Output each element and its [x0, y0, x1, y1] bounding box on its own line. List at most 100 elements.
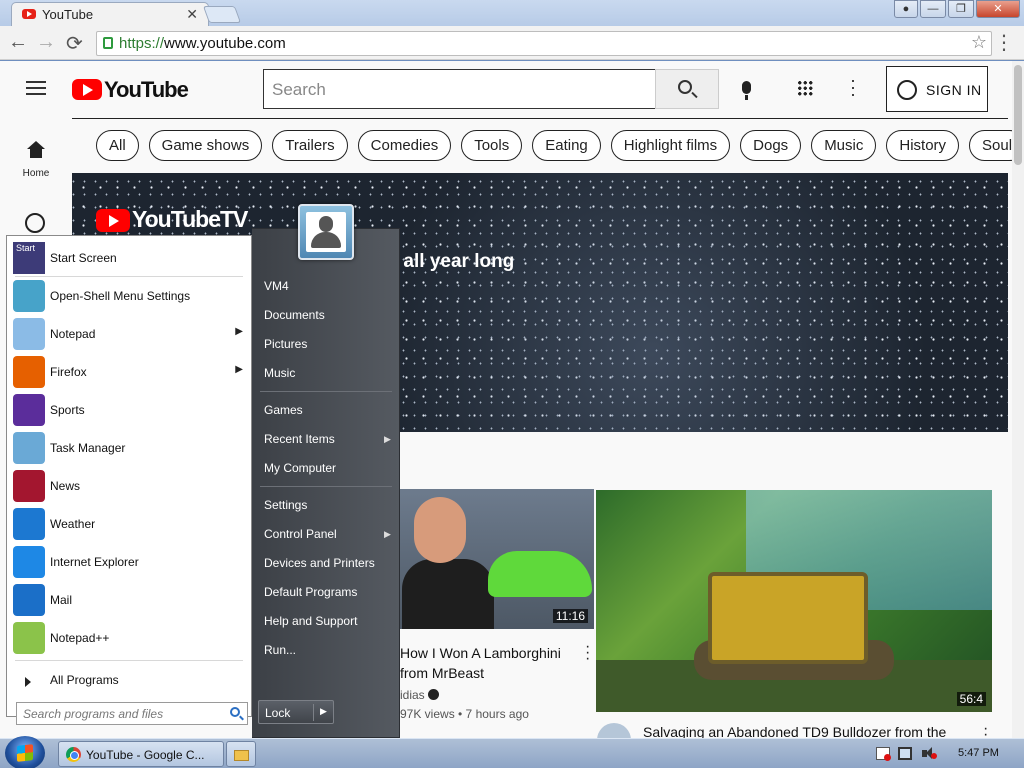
start-right-games[interactable]: Games: [264, 403, 303, 417]
sports-icon: [13, 394, 45, 426]
start-right-settings[interactable]: Settings: [264, 498, 307, 512]
home-icon[interactable]: [27, 141, 45, 158]
lock-button[interactable]: Lock ▶: [258, 700, 334, 724]
channel-avatar[interactable]: [597, 723, 631, 739]
start-right-my-computer[interactable]: My Computer: [264, 461, 336, 475]
page-scrollbar[interactable]: [1012, 61, 1024, 739]
chip-soul[interactable]: Soul: [969, 130, 1012, 161]
chip-highlight-films[interactable]: Highlight films: [610, 130, 731, 161]
youtube-wordmark[interactable]: YouTube: [104, 77, 189, 103]
taskbar-explorer-button[interactable]: [226, 741, 256, 767]
start-item-label: Firefox: [50, 365, 87, 379]
start-item-start-screen[interactable]: Start Start Screen: [11, 240, 249, 276]
start-item-notepad[interactable]: Notepad ▶: [11, 316, 249, 352]
user-silhouette-head: [319, 216, 333, 232]
windows-logo-icon: [17, 744, 33, 762]
chip-history[interactable]: History: [886, 130, 960, 161]
chip-tools[interactable]: Tools: [461, 130, 523, 161]
start-right-run[interactable]: Run...: [264, 643, 296, 657]
channel-name: idias: [400, 688, 425, 702]
tab-close-icon[interactable]: ✕: [186, 6, 198, 23]
video-channel[interactable]: idias: [400, 688, 439, 702]
network-icon[interactable]: [898, 747, 912, 760]
start-item-label: Sports: [50, 403, 85, 417]
video-thumbnail-bulldozer[interactable]: 56:4: [596, 490, 992, 712]
more-options-icon[interactable]: · · ·: [850, 71, 856, 103]
all-programs-label: All Programs: [50, 673, 119, 687]
search-input[interactable]: Search: [263, 69, 656, 109]
taskbar-chrome-window[interactable]: YouTube - Google C...: [58, 741, 224, 767]
bookmark-star-icon[interactable]: ☆: [971, 32, 987, 53]
start-right-pictures[interactable]: Pictures: [264, 337, 307, 351]
start-right-music[interactable]: Music: [264, 366, 295, 380]
start-right-default-programs[interactable]: Default Programs: [264, 585, 357, 599]
start-item-weather[interactable]: Weather: [11, 506, 249, 542]
start-right-devices-and-printers[interactable]: Devices and Printers: [264, 556, 375, 570]
chip-all[interactable]: All: [96, 130, 139, 161]
start-item-task-manager[interactable]: Task Manager: [11, 430, 249, 466]
minimize-button[interactable]: —: [920, 0, 946, 18]
video-title[interactable]: Salvaging an Abandoned TD9 Bulldozer fro…: [643, 724, 946, 739]
sign-in-button[interactable]: SIGN IN: [886, 66, 988, 112]
apps-grid-icon[interactable]: [797, 80, 813, 96]
all-programs-arrow-icon: [25, 677, 31, 687]
home-label[interactable]: Home: [0, 168, 72, 179]
url-host: www.youtube.com: [164, 35, 286, 52]
youtube-favicon-icon: [22, 9, 36, 19]
start-item-news[interactable]: News: [11, 468, 249, 504]
browser-menu-icon[interactable]: ⋮: [994, 30, 1014, 55]
start-item-notepad[interactable]: Notepad++: [11, 620, 249, 656]
start-item-sports[interactable]: Sports: [11, 392, 249, 428]
start-right-vm4[interactable]: VM4: [264, 279, 289, 293]
start-button[interactable]: [5, 736, 45, 768]
chip-music[interactable]: Music: [811, 130, 877, 161]
internet-explorer-icon: [13, 546, 45, 578]
thumbnail-person: [402, 559, 494, 629]
reload-button[interactable]: ⟳: [66, 31, 83, 56]
scrollbar-thumb[interactable]: [1014, 65, 1022, 165]
search-icon[interactable]: [230, 707, 240, 717]
start-item-internet-explorer[interactable]: Internet Explorer: [11, 544, 249, 580]
category-chips: All Game shows Trailers Comedies Tools Eating…: [96, 130, 1012, 162]
start-search-placeholder: Search programs and files: [23, 707, 164, 721]
close-button[interactable]: ✕: [976, 0, 1020, 18]
video-title[interactable]: How I Won A Lamborghini from MrBeast: [400, 643, 570, 683]
all-programs-item[interactable]: All Programs: [11, 664, 249, 694]
maximize-button[interactable]: ❐: [948, 0, 974, 18]
action-center-alert-icon[interactable]: [876, 747, 891, 761]
lock-button-divider: [313, 704, 314, 721]
back-button[interactable]: ←: [8, 31, 28, 54]
hamburger-menu-icon[interactable]: [26, 81, 46, 95]
video-thumbnail-lamborghini[interactable]: 11:16: [398, 489, 594, 629]
chip-dogs[interactable]: Dogs: [740, 130, 802, 161]
chip-trailers[interactable]: Trailers: [272, 130, 348, 161]
search-button[interactable]: [655, 69, 719, 109]
chip-game-shows[interactable]: Game shows: [148, 130, 263, 161]
start-right-control-panel[interactable]: Control Panel: [264, 527, 337, 541]
sign-in-label: SIGN IN: [926, 82, 982, 98]
tab-youtube[interactable]: YouTube ✕: [11, 2, 209, 26]
start-right-help-and-support[interactable]: Help and Support: [264, 614, 357, 628]
start-item-firefox[interactable]: Firefox ▶: [11, 354, 249, 390]
start-right-recent-items[interactable]: Recent Items: [264, 432, 335, 446]
start-item-mail[interactable]: Mail: [11, 582, 249, 618]
address-bar[interactable]: https://www.youtube.com ☆: [96, 31, 992, 56]
taskbar-chrome-label: YouTube - Google C...: [86, 748, 205, 762]
forward-button[interactable]: →: [36, 31, 56, 54]
youtube-logo-icon[interactable]: [72, 79, 102, 100]
task-manager-icon: [13, 432, 45, 464]
microphone-icon[interactable]: [742, 81, 751, 100]
volume-muted-icon[interactable]: [922, 747, 937, 760]
user-profile-button[interactable]: ●: [894, 0, 918, 18]
start-tile-label: Start: [16, 243, 36, 253]
video-more-icon[interactable]: ···: [585, 639, 590, 667]
chip-comedies[interactable]: Comedies: [357, 130, 452, 161]
start-right-documents[interactable]: Documents: [264, 308, 325, 322]
chip-eating[interactable]: Eating: [532, 130, 601, 161]
start-item-open-shell-menu-settings[interactable]: Open-Shell Menu Settings: [11, 278, 249, 314]
start-search-input[interactable]: Search programs and files: [16, 702, 248, 725]
user-account-picture[interactable]: [298, 204, 354, 260]
system-clock[interactable]: 5:47 PM: [958, 747, 999, 759]
new-tab-button[interactable]: [202, 6, 242, 23]
shutdown-options-arrow-icon[interactable]: ▶: [320, 706, 327, 717]
